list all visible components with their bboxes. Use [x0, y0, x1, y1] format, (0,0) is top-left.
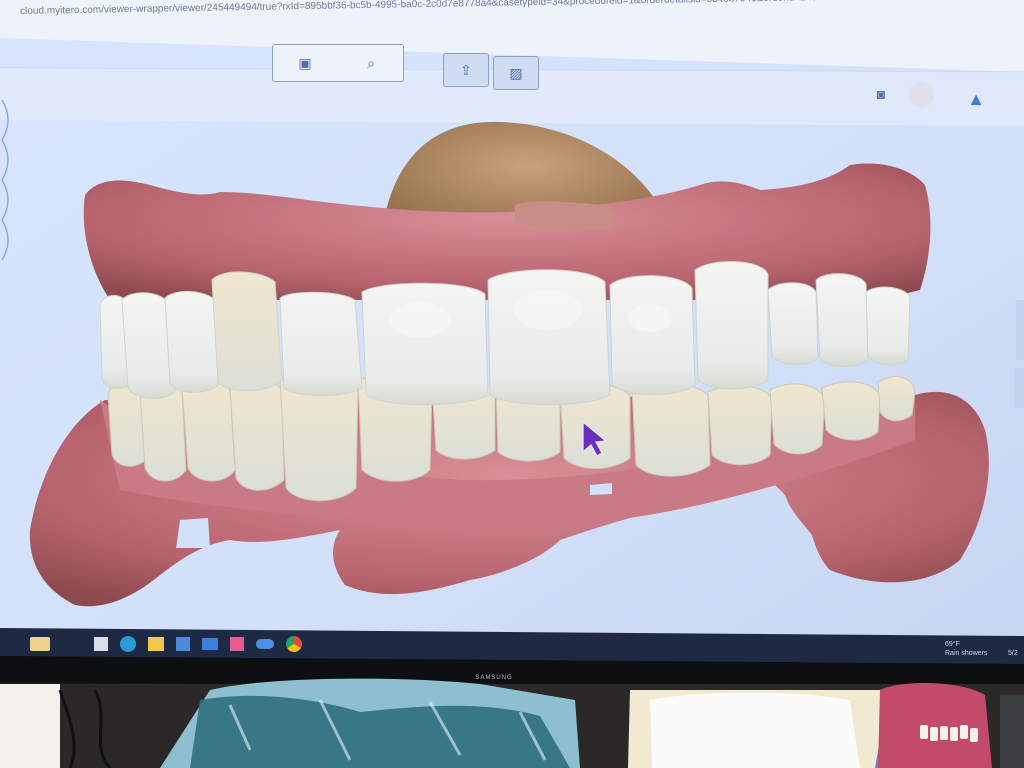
store-icon[interactable] [176, 637, 190, 651]
weather-text: Rain showers [945, 650, 988, 657]
chrome-icon[interactable] [286, 636, 302, 652]
file-explorer-icon[interactable] [148, 637, 164, 651]
clock[interactable]: 5/2 [1008, 650, 1018, 657]
snapshot-button[interactable]: ▨ [493, 56, 539, 90]
denture-model [878, 683, 992, 768]
widgets-icon[interactable] [30, 637, 50, 651]
temperature: 69°F [945, 641, 960, 648]
graduation-cap-icon[interactable]: ▲ [960, 86, 992, 112]
share-button[interactable]: ⇪ [443, 53, 489, 87]
search-icon[interactable]: ⌕ [351, 53, 391, 73]
view-toggle-group: ▣ ⌕ [272, 44, 404, 82]
mail-icon[interactable] [202, 638, 218, 650]
onedrive-icon[interactable] [256, 639, 274, 649]
task-view-icon[interactable] [94, 637, 108, 651]
edge-icon[interactable] [120, 636, 136, 652]
apps-icon[interactable] [230, 637, 244, 651]
weather-widget[interactable]: 69°F Rain showers [945, 640, 987, 658]
monitor-brand: SAMSUNG [475, 675, 513, 681]
camera-icon[interactable]: ◙ [870, 84, 892, 104]
share-icon: ⇪ [460, 61, 472, 78]
avatar-icon[interactable] [908, 82, 934, 108]
image-icon: ▨ [509, 64, 523, 81]
folder-icon[interactable]: ▣ [285, 53, 325, 73]
side-handle [1016, 300, 1024, 360]
taskbar-icons [30, 632, 302, 656]
